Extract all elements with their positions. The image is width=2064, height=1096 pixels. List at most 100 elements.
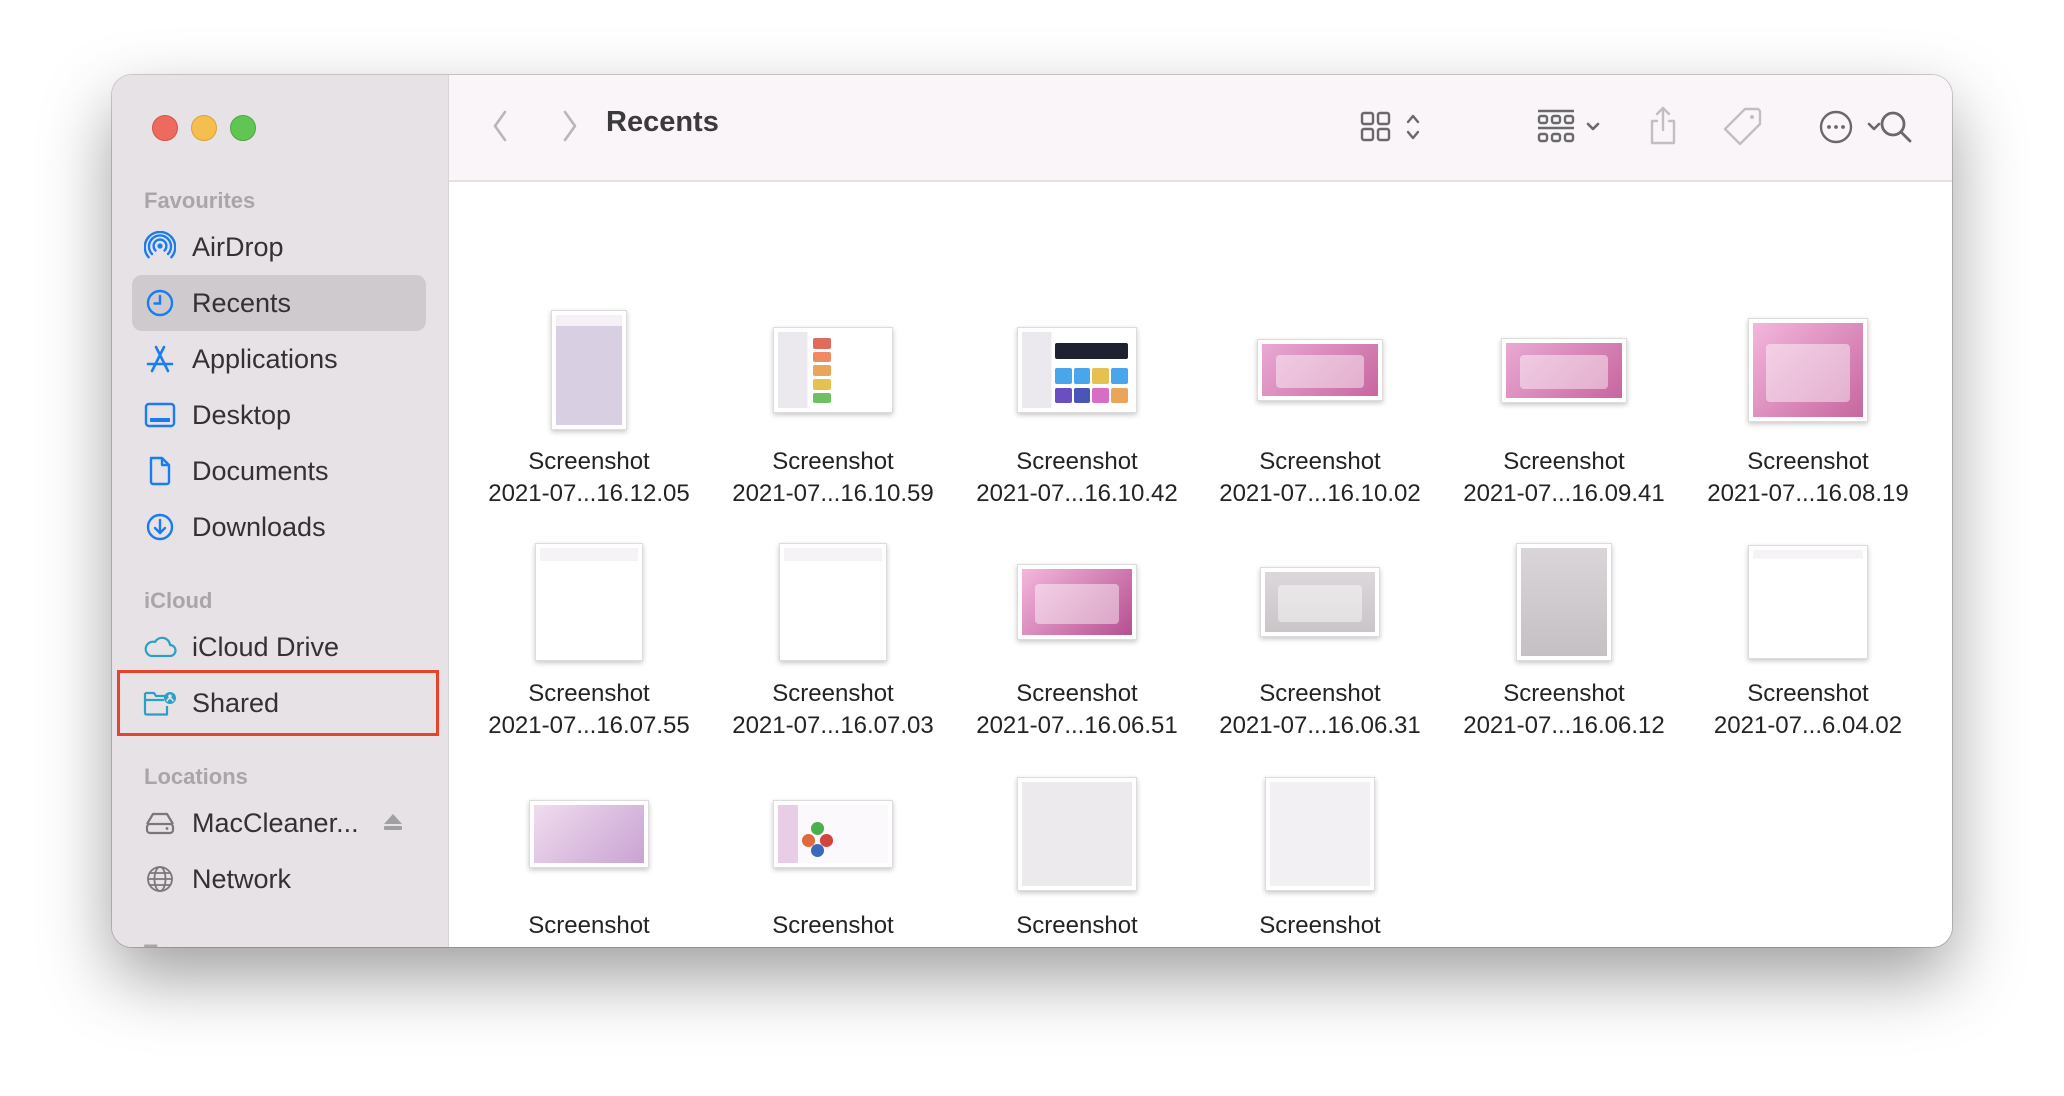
thumbnail-tile <box>1092 368 1109 384</box>
file-thumbnail <box>1748 545 1868 659</box>
file-thumbnail <box>773 327 893 413</box>
file-item[interactable]: Screenshot 2021-07...16.07.55 <box>474 532 704 742</box>
back-button[interactable] <box>485 105 515 147</box>
desktop-icon <box>143 398 177 432</box>
share-icon <box>1650 106 1676 145</box>
sidebar-item-recents[interactable]: Recents <box>132 275 426 331</box>
file-item[interactable]: Screenshot 2021-07...16.10.02 <box>1205 300 1435 510</box>
file-item[interactable]: Screenshot 2021-07...16.06.12 <box>1449 532 1679 742</box>
file-thumbnail <box>1501 337 1627 403</box>
file-name-line1: Screenshot <box>1503 680 1625 707</box>
sidebar-item-applications[interactable]: Applications <box>132 331 426 387</box>
applications-icon <box>143 342 177 376</box>
file-item[interactable]: Screenshot 2021-07...16.01.23 <box>474 764 704 947</box>
tag-button[interactable] <box>1721 103 1765 149</box>
file-name-line1: Screenshot <box>1259 448 1381 475</box>
group-by-button[interactable] <box>1529 105 1609 149</box>
thumbnail-card <box>1275 355 1365 388</box>
sidebar-item-icloud-drive[interactable]: iCloud Drive <box>132 619 426 675</box>
file-name-line2: 2021-07...15.51.26 <box>962 942 1192 947</box>
file-name-line2: 2021-07...16.07.03 <box>732 712 934 739</box>
sidebar-header-icloud: iCloud <box>144 588 213 613</box>
sidebar-item-label: AirDrop <box>192 231 284 262</box>
minimize-button[interactable] <box>191 115 217 141</box>
file-thumbnail-wrapper <box>962 300 1192 440</box>
thumbnail-card <box>1766 343 1850 402</box>
file-item[interactable]: Screenshot 2021-07...16.06.31 <box>1205 532 1435 742</box>
file-thumbnail-wrapper <box>718 300 948 440</box>
thumbnail-image <box>778 805 888 863</box>
sidebar-item-label: Applications <box>192 343 338 374</box>
file-item[interactable]: Screenshot 2021-07...16.08.19 <box>1693 300 1923 510</box>
thumbnail-tile <box>813 392 831 404</box>
cloud-icon <box>143 630 177 664</box>
forward-button[interactable] <box>555 105 585 147</box>
sidebar-header-tags: Tags <box>144 940 194 947</box>
sidebar-item-network[interactable]: Network <box>132 851 426 907</box>
annotation-highlight-box <box>117 670 439 736</box>
file-name-line2: 2021-07...16.10.02 <box>1219 480 1421 507</box>
sidebar-item-desktop[interactable]: Desktop <box>132 387 426 443</box>
thumbnail-tile <box>1055 368 1072 384</box>
file-name-line2: 2021-07...16.08.19 <box>1707 480 1909 507</box>
file-item[interactable]: Screenshot 2021-07...16.10.42 <box>962 300 1192 510</box>
file-name-line2: 2021-07...16.06.31 <box>1219 712 1421 739</box>
file-thumbnail <box>1265 777 1375 891</box>
file-item[interactable]: Screenshot 2021-07...6.00.55 <box>718 764 948 947</box>
view-mode-button[interactable] <box>1354 107 1426 147</box>
thumbnail-tile <box>1073 368 1091 384</box>
thumbnail-image <box>1506 342 1622 398</box>
file-name-line1: Screenshot <box>1747 448 1869 475</box>
thumbnail-tile <box>1111 388 1128 404</box>
file-item[interactable]: Screenshot 2021-07...16.07.03 <box>718 532 948 742</box>
sidebar-item-label: iCloud Drive <box>192 631 340 662</box>
file-item[interactable]: Screenshot 2021-07...16.12.05 <box>474 300 704 510</box>
file-thumbnail-wrapper <box>474 300 704 440</box>
globe-icon <box>143 862 177 896</box>
file-name-line2: 2021-07...16.07.55 <box>488 712 690 739</box>
file-name-line1: Screenshot <box>1259 912 1381 939</box>
thumbnail-image <box>784 548 882 656</box>
sidebar-item-downloads[interactable]: Downloads <box>132 499 426 555</box>
file-thumbnail <box>1017 564 1137 640</box>
file-name-line1: Screenshot <box>528 448 650 475</box>
file-name-line2: 2021-07...16.09.41 <box>1463 480 1665 507</box>
thumbnail-dot <box>811 822 825 836</box>
file-item[interactable]: Screenshot 2021-07...15.51.26 <box>962 764 1192 947</box>
thumbnail-image <box>1265 572 1375 632</box>
share-button[interactable] <box>1645 101 1681 151</box>
file-item[interactable]: Screenshot 2021-07...16.10.59 <box>718 300 948 510</box>
file-name-line1: Screenshot <box>528 680 650 707</box>
thumbnail-card <box>1278 585 1362 623</box>
thumbnail-tile <box>1073 388 1091 404</box>
sidebar-item-documents[interactable]: Documents <box>132 443 426 499</box>
file-thumbnail <box>1516 543 1612 661</box>
zoom-button[interactable] <box>230 115 256 141</box>
file-name-line1: Screenshot <box>1503 448 1625 475</box>
eject-icon[interactable] <box>382 811 404 838</box>
airdrop-icon <box>143 230 177 264</box>
up-down-chevron-icon <box>1406 114 1420 140</box>
file-name-line2: 2021-07...6.04.02 <box>1713 712 1903 739</box>
file-thumbnail-wrapper <box>1449 532 1679 672</box>
file-item[interactable]: Screenshot 2021-07...16.09.41 <box>1449 300 1679 510</box>
file-name-line1: Screenshot <box>1016 448 1138 475</box>
file-thumbnail <box>1748 318 1868 422</box>
file-thumbnail-wrapper <box>1205 300 1435 440</box>
thumbnail-tile <box>1092 388 1109 404</box>
thumbnail-image <box>1262 344 1378 396</box>
sidebar-item-label: MacCleaner... <box>192 807 359 838</box>
file-thumbnail-wrapper <box>718 532 948 672</box>
thumbnail-image <box>1022 782 1132 886</box>
thumbnail-image <box>1022 569 1132 635</box>
sidebar-item-maccleaner[interactable]: MacCleaner... <box>132 795 426 851</box>
sidebar-item-airdrop[interactable]: AirDrop <box>132 219 426 275</box>
file-item[interactable]: Screenshot 2021-07...5.49.52 <box>1205 764 1435 947</box>
file-item[interactable]: Screenshot 2021-07...6.04.02 <box>1693 532 1923 742</box>
thumbnail-tile <box>1055 342 1128 360</box>
search-button[interactable] <box>1874 105 1918 149</box>
file-name-line2: 2021-07...16.10.42 <box>976 480 1178 507</box>
close-button[interactable] <box>152 115 178 141</box>
file-item[interactable]: Screenshot 2021-07...16.06.51 <box>962 532 1192 742</box>
clock-icon <box>143 286 177 320</box>
